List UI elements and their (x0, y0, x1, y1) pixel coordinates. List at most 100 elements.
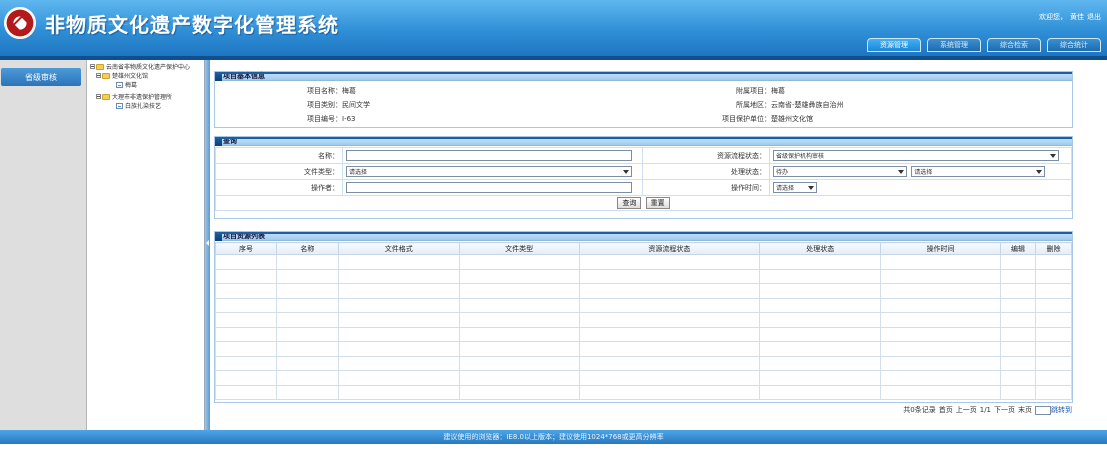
tree-node[interactable]: 梅葛 (116, 80, 137, 89)
table-row (215, 283, 1073, 299)
info-label: 附属项目： (736, 87, 771, 95)
info-value: 梅葛 (771, 87, 785, 95)
select-value: 省级保护机构审核 (776, 153, 825, 160)
operate-time-label: 操作时间： (642, 179, 770, 196)
operator-input[interactable] (346, 182, 632, 193)
table-row (215, 268, 1073, 284)
info-project-name: 项目名称：梅葛 (215, 86, 356, 96)
table-cell (999, 384, 1036, 400)
operate-time-select[interactable]: 请选择 (773, 182, 817, 193)
last-page-link[interactable]: 末页 (1018, 405, 1032, 415)
collapse-icon[interactable] (90, 64, 95, 69)
info-value: 云南省-楚雄彝族自治州 (771, 101, 844, 109)
tree-node[interactable]: 楚雄州文化馆 (96, 71, 148, 80)
query-form: 名称： 资源流程状态： 省级保护机构审核 文件类型： 请选择 处理状态： 待办 … (215, 147, 1072, 211)
info-label: 项目名称： (307, 87, 342, 95)
table-cell (880, 384, 1001, 400)
table-row (215, 297, 1073, 313)
table-cell (880, 326, 1001, 342)
table-cell (578, 355, 761, 371)
process-status-sub-select[interactable]: 请选择 (911, 166, 1046, 177)
jump-link[interactable]: 跳转到 (1051, 405, 1072, 415)
table-cell (1034, 384, 1073, 400)
collapse-arrow-icon[interactable] (206, 240, 209, 246)
first-page-link[interactable]: 首页 (939, 405, 953, 415)
left-nav-item-provincial-review[interactable]: 省级审核 (1, 68, 81, 86)
table-cell (215, 384, 277, 400)
reset-button[interactable]: 重置 (645, 197, 670, 209)
table-cell (1034, 283, 1073, 299)
table-cell (999, 254, 1036, 270)
table-header-row: 序号 名称 文件格式 文件类型 资源流程状态 处理状态 操作时间 编辑 删除 (215, 242, 1073, 255)
search-button[interactable]: 查询 (617, 197, 642, 209)
table-cell (215, 326, 277, 342)
collapse-icon[interactable] (96, 73, 101, 78)
table-cell (458, 341, 580, 357)
left-nav: 省级审核 (0, 60, 87, 430)
table-cell (1034, 370, 1073, 386)
username: 黄佳 (1070, 13, 1084, 21)
table-cell (759, 268, 882, 284)
table-cell (999, 341, 1036, 357)
table-cell (337, 370, 460, 386)
info-label: 所属地区： (736, 101, 771, 109)
column-header: 文件格式 (337, 242, 460, 255)
resource-list-panel: 项目资源列表 序号 名称 文件格式 文件类型 资源流程状态 处理状态 操作时间 … (214, 231, 1073, 403)
column-header: 处理状态 (759, 242, 882, 255)
table-cell (337, 326, 460, 342)
welcome-text: 欢迎您， (1039, 13, 1067, 21)
table-cell (880, 312, 1001, 328)
column-header: 删除 (1034, 242, 1073, 255)
table-cell (999, 297, 1036, 313)
table-cell (880, 283, 1001, 299)
logout-link[interactable]: 退出 (1087, 13, 1101, 21)
resource-status-select[interactable]: 省级保护机构审核 (773, 150, 1059, 161)
table-cell (458, 268, 580, 284)
tree-node[interactable]: 云南省非物质文化遗产保护中心 (90, 62, 190, 71)
info-project-number: 项目编号：I-63 (215, 114, 356, 124)
file-type-select[interactable]: 请选择 (346, 166, 632, 177)
table-row (215, 254, 1073, 270)
table-cell (759, 297, 882, 313)
tab-system-management[interactable]: 系统管理 (927, 38, 981, 52)
org-tree: 云南省非物质文化遗产保护中心 楚雄州文化馆 梅葛 大理市非遗保护管理所 白族扎染… (88, 60, 205, 430)
tree-node-label: 大理市非遗保护管理所 (112, 94, 173, 101)
select-value: 请选择 (776, 185, 795, 192)
next-page-link[interactable]: 下一页 (994, 405, 1015, 415)
logo-icon (4, 7, 36, 39)
table-row (215, 355, 1073, 371)
panel-splitter[interactable] (205, 60, 210, 430)
name-input[interactable] (346, 150, 632, 161)
footer: 建议使用的浏览器：IE8.0以上版本；建议使用1024*768或更高分辨率 (0, 430, 1107, 444)
column-header: 操作时间 (880, 242, 1001, 255)
table-cell (759, 283, 882, 299)
tree-node[interactable]: 白族扎染技艺 (116, 101, 161, 110)
table-cell (337, 355, 460, 371)
tab-search[interactable]: 综合检索 (987, 38, 1041, 52)
table-cell (578, 283, 761, 299)
tree-node[interactable]: 大理市非遗保护管理所 (96, 92, 172, 101)
table-cell (458, 283, 580, 299)
column-header: 文件类型 (458, 242, 580, 255)
pager: 共0条记录 首页 上一页 1/1 下一页 末页 跳转到 (900, 405, 1072, 415)
info-value: 梅葛 (342, 87, 356, 95)
jump-page-input[interactable] (1035, 405, 1051, 415)
tree-node-label: 白族扎染技艺 (125, 103, 162, 110)
tree-node-label: 云南省非物质文化遗产保护中心 (106, 64, 191, 71)
table-cell (1034, 326, 1073, 342)
table-cell (215, 370, 277, 386)
process-status-select[interactable]: 待办 (773, 166, 907, 177)
info-label: 项目编号： (307, 115, 342, 123)
prev-page-link[interactable]: 上一页 (956, 405, 977, 415)
table-cell (578, 312, 761, 328)
table-cell (275, 370, 339, 386)
table-cell (759, 326, 882, 342)
tab-resource-management[interactable]: 资源管理 (867, 38, 921, 52)
info-protection-unit: 项目保护单位：楚雄州文化馆 (645, 114, 813, 124)
table-cell (215, 355, 277, 371)
collapse-icon[interactable] (96, 94, 101, 99)
table-row (215, 370, 1073, 386)
table-cell (275, 254, 339, 270)
column-header: 序号 (215, 242, 277, 255)
tab-statistics[interactable]: 综合统计 (1047, 38, 1101, 52)
